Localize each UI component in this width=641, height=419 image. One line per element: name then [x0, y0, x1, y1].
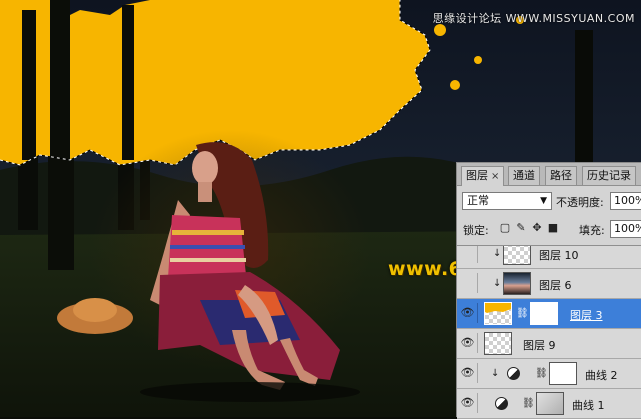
visibility-toggle[interactable] — [458, 273, 478, 293]
tab-paths[interactable]: 路径 — [545, 166, 577, 185]
layer-mask-thumbnail[interactable] — [549, 362, 577, 385]
clip-arrow-icon: ↓ — [493, 278, 502, 289]
link-icon[interactable]: ⛓ — [516, 308, 529, 319]
opacity-label: 不透明度: — [556, 196, 604, 209]
tab-channels[interactable]: 通道 — [508, 166, 540, 185]
tab-history-label: 历史记录 — [587, 169, 631, 182]
dress-stripe — [170, 245, 245, 249]
layer-thumbnail — [503, 272, 531, 295]
selection-fill — [474, 56, 482, 64]
thumb-preview — [485, 303, 511, 313]
lock-transparent-icon[interactable]: ▢ — [499, 222, 511, 234]
dress-stripe — [170, 258, 246, 262]
blend-row: 正常 ▼ 不透明度: 100% — [457, 189, 641, 213]
link-icon[interactable]: ⛓ — [535, 368, 548, 379]
dress-stripe — [172, 230, 244, 235]
woman-face — [192, 151, 218, 185]
straw-hat — [73, 298, 117, 322]
tree-trunk — [50, 0, 70, 160]
blend-mode-value: 正常 — [467, 194, 489, 207]
layer-name[interactable]: 图层 6 — [539, 277, 572, 293]
lock-all-icon[interactable]: ■ — [547, 222, 559, 234]
tab-layers-label: 图层 — [466, 169, 488, 182]
link-icon[interactable]: ⛓ — [522, 398, 535, 409]
layer-thumbnail — [484, 332, 512, 355]
layer-name[interactable]: 图层 9 — [523, 337, 556, 353]
adjustment-layer-icon — [507, 367, 520, 380]
lock-label: 锁定: — [463, 224, 489, 237]
layer-thumbnail — [484, 302, 512, 325]
layer-row-curves-1[interactable]: 👁 ⛓ 曲线 1 — [457, 389, 641, 419]
tab-layers[interactable]: 图层 × — [461, 166, 505, 186]
opacity-input[interactable]: 100% — [610, 192, 641, 210]
layer-row-3[interactable]: 👁 ⛓ 图层 3 — [457, 299, 641, 329]
visibility-toggle[interactable] — [458, 246, 478, 263]
chevron-down-icon: ▼ — [540, 196, 547, 206]
tab-paths-label: 路径 — [550, 169, 572, 182]
lock-row: 锁定: ▢ ✎ ✥ ■ 填充: 100% — [457, 217, 641, 241]
tree-trunk — [22, 10, 36, 160]
clip-arrow-icon: ↓ — [493, 248, 502, 259]
lock-move-icon[interactable]: ✥ — [531, 222, 543, 234]
clip-arrow-icon: ↓ — [491, 368, 500, 379]
watermark-top: 思缘设计论坛 WWW.MISSYUAN.COM — [432, 12, 635, 25]
blend-mode-select[interactable]: 正常 ▼ — [462, 192, 552, 210]
eye-icon[interactable]: 👁 — [458, 393, 478, 413]
layer-name[interactable]: 曲线 2 — [585, 367, 618, 383]
eye-icon[interactable]: 👁 — [458, 333, 478, 353]
layer-mask-thumbnail[interactable] — [530, 302, 558, 325]
layer-row-curves-2[interactable]: 👁 ↓ ⛓ 曲线 2 — [457, 359, 641, 389]
layer-row-9[interactable]: 👁 图层 9 — [457, 329, 641, 359]
adjustment-layer-icon — [495, 397, 508, 410]
eye-icon[interactable]: 👁 — [458, 363, 478, 383]
fill-input[interactable]: 100% — [610, 220, 641, 238]
layer-row-10[interactable]: ↓ 图层 10 — [457, 246, 641, 269]
layers-panel: 图层× 通道 路径 历史记录 正常 ▼ 不透明度: 100% 锁定: ▢ ✎ ✥… — [456, 162, 641, 419]
layer-list: ↓ 图层 10 ↓ 图层 6 👁 ⛓ 图层 3 👁 图层 9 👁 ↓ ⛓ 曲线 … — [457, 245, 641, 419]
layer-thumbnail — [503, 246, 531, 265]
layer-mask-thumbnail[interactable] — [536, 392, 564, 415]
woman-neck — [198, 182, 212, 202]
layer-row-6[interactable]: ↓ 图层 6 — [457, 269, 641, 299]
layer-name[interactable]: 图层 3 — [570, 307, 603, 323]
tab-channels-label: 通道 — [513, 169, 535, 182]
layer-name[interactable]: 曲线 1 — [572, 397, 605, 413]
panel-tabs: 图层 × 通道 路径 历史记录 — [457, 163, 641, 186]
layer-name[interactable]: 图层 10 — [539, 247, 579, 263]
eye-icon[interactable]: 👁 — [458, 303, 478, 323]
fill-label: 填充: — [579, 224, 605, 237]
selection-fill — [450, 80, 460, 90]
tab-history[interactable]: 历史记录 — [582, 166, 636, 185]
lock-brush-icon[interactable]: ✎ — [515, 222, 527, 234]
ground-shadow — [140, 382, 360, 402]
tree-trunk — [122, 5, 134, 160]
tab-close-icon[interactable]: × — [491, 171, 499, 182]
